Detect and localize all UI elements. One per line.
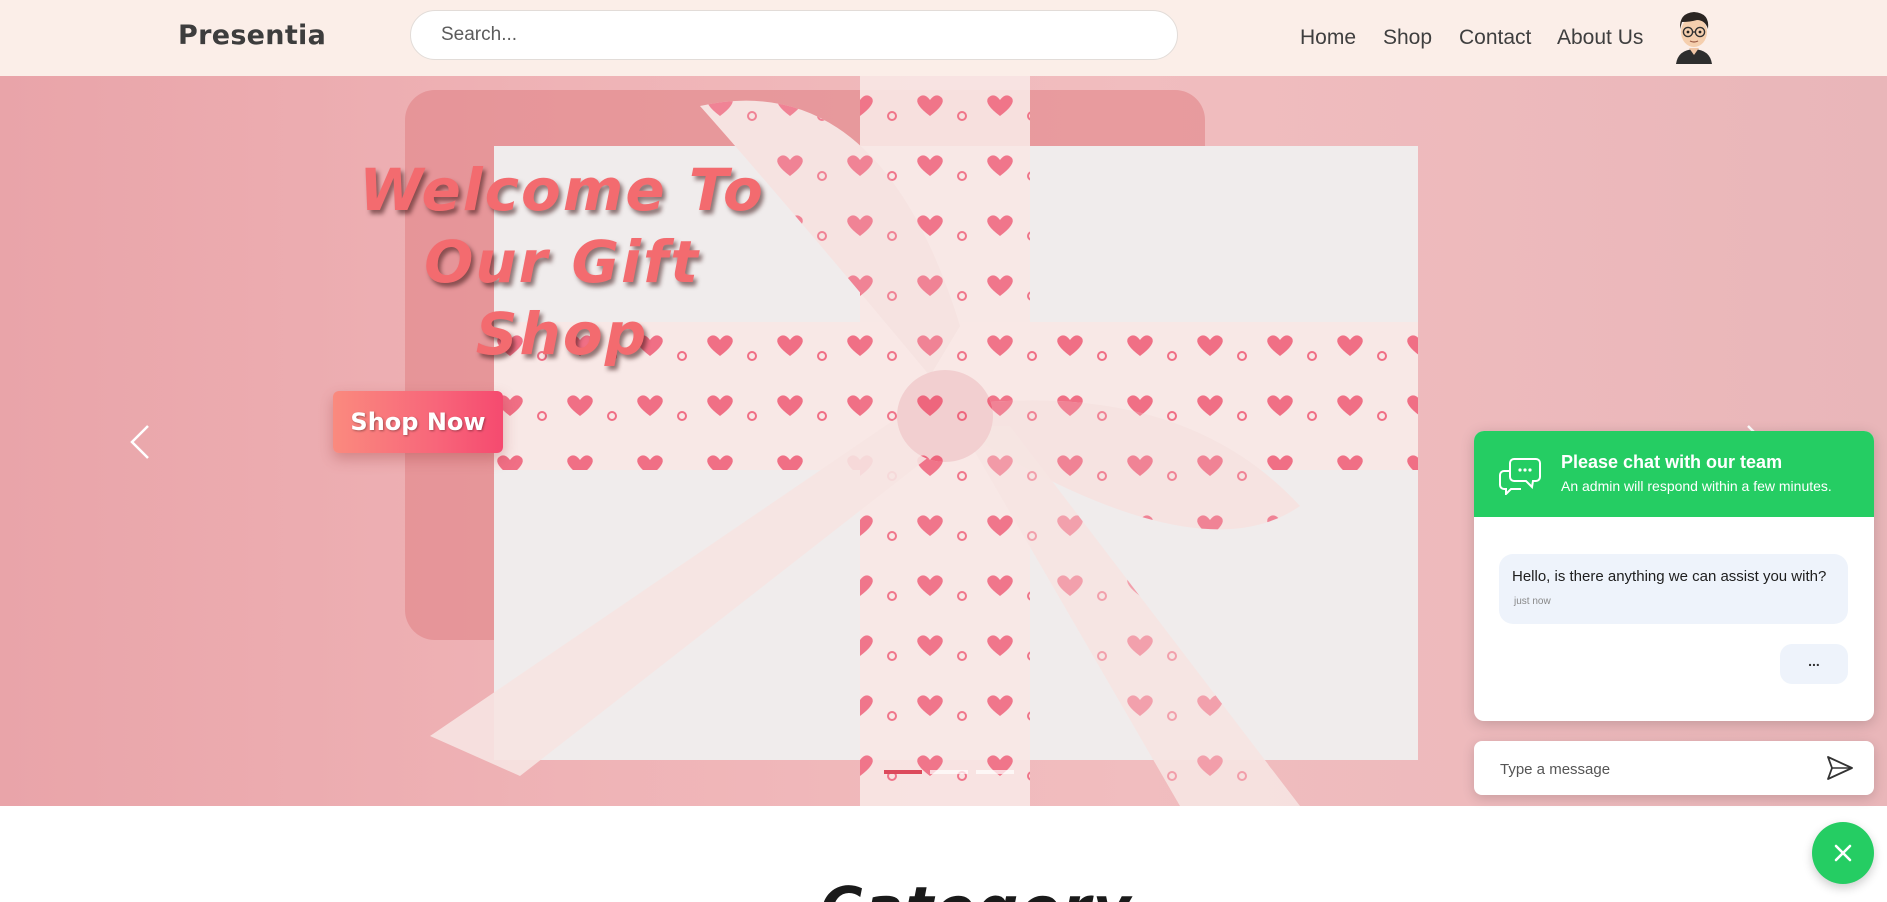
- chat-subtitle: An admin will respond within a few minut…: [1561, 478, 1832, 494]
- brand-logo[interactable]: Presentia: [178, 20, 326, 51]
- nav-about-us[interactable]: About Us: [1557, 26, 1643, 50]
- close-icon: [1834, 844, 1852, 862]
- chat-message: Hello, is there anything we can assist y…: [1499, 554, 1848, 624]
- category-title: Category: [820, 874, 1133, 902]
- chat-title: Please chat with our team: [1561, 452, 1783, 472]
- site-header: Presentia Home Shop Contact About Us: [0, 0, 1887, 76]
- chat-header: Please chat with our team An admin will …: [1474, 431, 1874, 517]
- category-section: Category: [0, 806, 1887, 902]
- hero-title: Welcome To Our Gift Shop: [332, 154, 792, 370]
- carousel-dot-3[interactable]: [976, 770, 1014, 774]
- chat-message-input[interactable]: [1498, 753, 1822, 785]
- nav-shop[interactable]: Shop: [1383, 26, 1432, 50]
- carousel-indicators: [884, 770, 1014, 774]
- nav-home[interactable]: Home: [1300, 26, 1356, 50]
- hero-title-line2: Our Gift Shop: [424, 228, 700, 368]
- chat-message-text: Hello, is there anything we can assist y…: [1512, 568, 1827, 585]
- typing-indicator: ...: [1780, 644, 1848, 684]
- carousel-dot-1[interactable]: [884, 770, 922, 774]
- send-icon[interactable]: [1826, 755, 1854, 781]
- nav-contact[interactable]: Contact: [1459, 26, 1531, 50]
- carousel-prev-icon[interactable]: [128, 422, 152, 462]
- shop-now-button[interactable]: Shop Now: [333, 391, 503, 453]
- chat-close-button[interactable]: [1812, 822, 1874, 884]
- carousel-dot-2[interactable]: [930, 770, 968, 774]
- user-avatar[interactable]: [1672, 8, 1716, 64]
- chat-composer: [1474, 741, 1874, 795]
- chat-bubbles-icon: [1499, 458, 1541, 495]
- chat-window: Please chat with our team An admin will …: [1474, 431, 1874, 721]
- hero-title-line1: Welcome To: [359, 156, 765, 224]
- search-input[interactable]: [410, 10, 1178, 60]
- chat-message-time: just now: [1514, 596, 1551, 607]
